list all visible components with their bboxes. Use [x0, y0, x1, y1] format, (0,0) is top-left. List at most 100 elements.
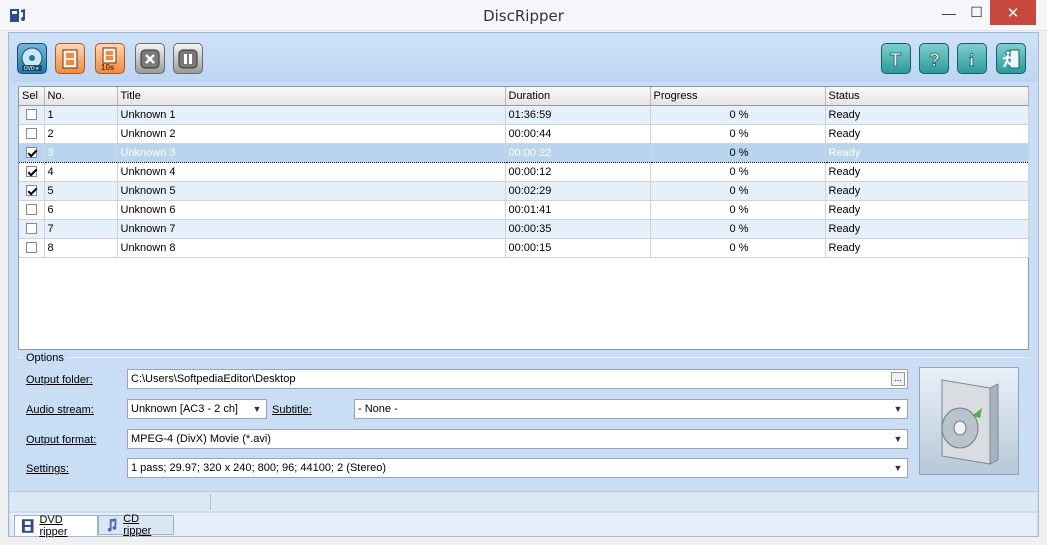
options-group: Options Output folder: C:\Users\Softpedi… [17, 352, 1029, 484]
row-duration: 01:36:59 [505, 105, 651, 125]
rip-10s-button[interactable]: 10s [95, 43, 125, 74]
row-title: Unknown 2 [117, 124, 506, 144]
row-select-checkbox[interactable] [26, 242, 37, 254]
row-number: 8 [44, 238, 118, 258]
table-row[interactable]: 7 Unknown 7 00:00:35 0 % Ready [19, 219, 1029, 239]
row-number: 1 [44, 105, 118, 125]
info-button[interactable]: i [957, 43, 987, 74]
tools-button[interactable]: T [881, 43, 911, 74]
svg-text:DVD ▾: DVD ▾ [24, 66, 39, 72]
row-number: 2 [44, 124, 118, 144]
row-status: Ready [825, 238, 1029, 258]
row-select-checkbox[interactable] [26, 185, 37, 197]
table-row[interactable]: 1 Unknown 1 01:36:59 0 % Ready [19, 105, 1029, 125]
output-folder-input[interactable]: C:\Users\SoftpediaEditor\Desktop ... [127, 369, 908, 389]
film-rip-icon [62, 49, 78, 68]
column-header-sel[interactable]: Sel [19, 87, 45, 106]
row-select-checkbox[interactable] [26, 166, 37, 178]
row-title: Unknown 3 [117, 142, 506, 163]
column-header-progress[interactable]: Progress [650, 87, 826, 106]
row-progress: 0 % [650, 219, 826, 239]
row-progress: 0 % [650, 124, 826, 144]
row-status: Ready [825, 181, 1029, 201]
film-icon [21, 519, 34, 533]
music-note-icon [107, 518, 117, 532]
table-row[interactable]: 6 Unknown 6 00:01:41 0 % Ready [19, 200, 1029, 220]
table-row[interactable]: 4 Unknown 4 00:00:12 0 % Ready [19, 162, 1029, 182]
row-status: Ready [825, 200, 1029, 220]
row-title: Unknown 6 [117, 200, 506, 220]
row-number: 6 [44, 200, 118, 220]
row-duration: 00:00:15 [505, 238, 651, 258]
main-frame: DVD ▾ 10s T ? i Sel No. Title Duration P… [8, 32, 1039, 538]
audio-stream-select[interactable]: Unknown [AC3 - 2 ch] ▼ [127, 399, 267, 419]
row-progress: 0 % [650, 162, 826, 182]
output-format-value: MPEG-4 (DivX) Movie (*.avi) [131, 433, 271, 445]
info-icon: i [969, 49, 975, 70]
row-duration: 00:00:12 [505, 162, 651, 182]
tools-glyph: T [890, 50, 901, 70]
table-row-selected[interactable]: 3 Unknown 3 00:00:22 0 % Ready [19, 142, 1029, 163]
column-header-title[interactable]: Title [117, 87, 506, 106]
help-button[interactable]: ? [919, 43, 949, 74]
settings-select[interactable]: 1 pass; 29.97; 320 x 240; 800; 96; 44100… [127, 458, 908, 478]
column-header-duration[interactable]: Duration [505, 87, 651, 106]
row-title: Unknown 1 [117, 105, 506, 125]
row-select-checkbox[interactable] [26, 223, 37, 235]
settings-value: 1 pass; 29.97; 320 x 240; 800; 96; 44100… [131, 462, 387, 474]
row-progress: 0 % [650, 238, 826, 258]
stop-button[interactable] [135, 43, 165, 74]
exit-icon [1002, 49, 1020, 68]
row-select-checkbox[interactable] [26, 204, 37, 216]
output-format-select[interactable]: MPEG-4 (DivX) Movie (*.avi) ▼ [127, 429, 908, 449]
row-status: Ready [825, 219, 1029, 239]
row-title: Unknown 4 [117, 162, 506, 182]
film-10s-icon: 10s [101, 47, 117, 71]
row-number: 3 [44, 142, 118, 163]
status-separator [210, 494, 211, 510]
tab-cd-ripper[interactable]: CD ripper [98, 513, 174, 537]
output-folder-value: C:\Users\SoftpediaEditor\Desktop [131, 373, 296, 385]
exit-button[interactable] [996, 43, 1026, 74]
table-row[interactable]: 5 Unknown 5 00:02:29 0 % Ready [19, 181, 1029, 201]
row-select-checkbox[interactable] [26, 128, 37, 140]
row-duration: 00:02:29 [505, 181, 651, 201]
row-status: Ready [825, 105, 1029, 125]
maximize-button[interactable]: ☐ [963, 0, 990, 25]
chevron-down-icon: ▼ [893, 404, 903, 414]
subtitle-select[interactable]: - None - ▼ [354, 399, 908, 419]
column-header-status[interactable]: Status [825, 87, 1029, 106]
rip-button[interactable] [55, 43, 85, 74]
browse-folder-button[interactable]: ... [891, 372, 905, 386]
tab-dvd-ripper[interactable]: DVD ripper [14, 514, 98, 538]
titles-table[interactable]: Sel No. Title Duration Progress Status 1… [18, 86, 1029, 350]
row-number: 7 [44, 219, 118, 239]
table-row[interactable]: 8 Unknown 8 00:00:15 0 % Ready [19, 238, 1029, 258]
column-header-no[interactable]: No. [44, 87, 118, 106]
row-progress: 0 % [650, 200, 826, 220]
row-select-checkbox[interactable] [26, 109, 37, 121]
status-bar [10, 491, 1037, 511]
settings-label: Settings: [26, 463, 69, 475]
info-glyph: i [969, 50, 974, 70]
pause-button[interactable] [173, 43, 203, 74]
row-progress: 0 % [650, 105, 826, 125]
output-folder-label: Output folder: [26, 374, 93, 386]
minimize-button[interactable]: — [935, 0, 963, 25]
row-progress: 0 % [650, 142, 826, 163]
chevron-down-icon: ▼ [893, 463, 903, 473]
tab-cd-ripper-label: CD ripper [123, 513, 152, 537]
dvd-source-button[interactable]: DVD ▾ [17, 43, 47, 74]
row-status: Ready [825, 162, 1029, 182]
toolbar: DVD ▾ 10s T ? i [10, 34, 1037, 82]
stop-icon [140, 49, 160, 68]
row-select-checkbox[interactable] [26, 147, 37, 159]
table-row[interactable]: 2 Unknown 2 00:00:44 0 % Ready [19, 124, 1029, 144]
row-duration: 00:00:22 [505, 142, 651, 163]
format-preview-image [919, 367, 1019, 475]
table-header-row: Sel No. Title Duration Progress Status [19, 87, 1029, 106]
window-title: DiscRipper [483, 7, 564, 25]
rip-10s-label: 10s [101, 63, 115, 71]
row-title: Unknown 8 [117, 238, 506, 258]
close-button[interactable]: ✕ [990, 0, 1036, 25]
